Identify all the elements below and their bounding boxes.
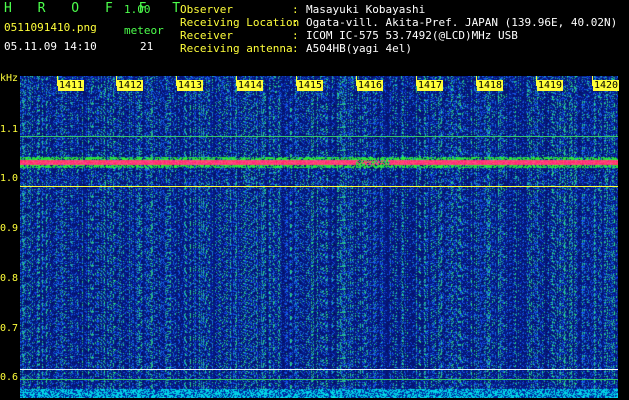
header-panel: H R O F F T 1.00 0511091410.png meteor 0… — [0, 0, 629, 76]
meteor-count: 21 — [140, 40, 154, 53]
minute-label-1416: 1416 — [357, 80, 384, 91]
receiver-colon: : — [292, 29, 299, 42]
antenna-value: A504HB(yagi 4el) — [306, 42, 412, 55]
antenna-colon: : — [292, 42, 299, 55]
baseline-marker-line — [20, 369, 618, 370]
spectrogram-canvas — [20, 76, 618, 398]
observer-label: Observer — [180, 3, 233, 16]
observer-value: Masayuki Kobayashi — [306, 3, 426, 16]
minute-label-1412: 1412 — [117, 80, 144, 91]
minute-label-1419: 1419 — [537, 80, 564, 91]
antenna-label: Receiving antenna — [180, 42, 293, 55]
y-tick-1-0: 1.0 — [0, 173, 19, 184]
y-tick-0-8: 0.8 — [0, 273, 19, 284]
minute-label-1415: 1415 — [297, 80, 324, 91]
lower-reference-line — [20, 186, 618, 187]
y-tick-0-7: 0.7 — [0, 323, 19, 334]
minute-label-1417: 1417 — [417, 80, 444, 91]
receiver-value: ICOM IC-575 53.7492(@LCD)MHz USB — [306, 29, 518, 42]
receiver-label: Receiver — [180, 29, 233, 42]
meteor-label: meteor — [124, 24, 164, 37]
minute-label-1411: 1411 — [58, 80, 85, 91]
y-axis-unit: kHz — [0, 73, 19, 84]
minute-label-1418: 1418 — [477, 80, 504, 91]
y-tick-1-1: 1.1 — [0, 124, 19, 135]
app-version: 1.00 — [124, 3, 151, 16]
observer-colon: : — [292, 3, 299, 16]
observation-datetime: 05.11.09 14:10 — [4, 40, 97, 53]
minute-label-1413: 1413 — [177, 80, 204, 91]
bottom-reference-line — [20, 379, 618, 380]
minute-label-1414: 1414 — [237, 80, 264, 91]
location-value: Ogata-vill. Akita-Pref. JAPAN (139.96E, … — [306, 16, 618, 29]
upper-reference-line — [20, 136, 618, 137]
location-label: Receiving Location — [180, 16, 300, 29]
app-name: H R O F F T — [4, 1, 190, 16]
y-tick-0-9: 0.9 — [0, 223, 19, 234]
y-tick-0-6: 0.6 — [0, 372, 19, 383]
location-colon: : — [292, 16, 299, 29]
minute-label-1420: 1420 — [593, 80, 620, 91]
image-filename: 0511091410.png — [4, 21, 97, 34]
